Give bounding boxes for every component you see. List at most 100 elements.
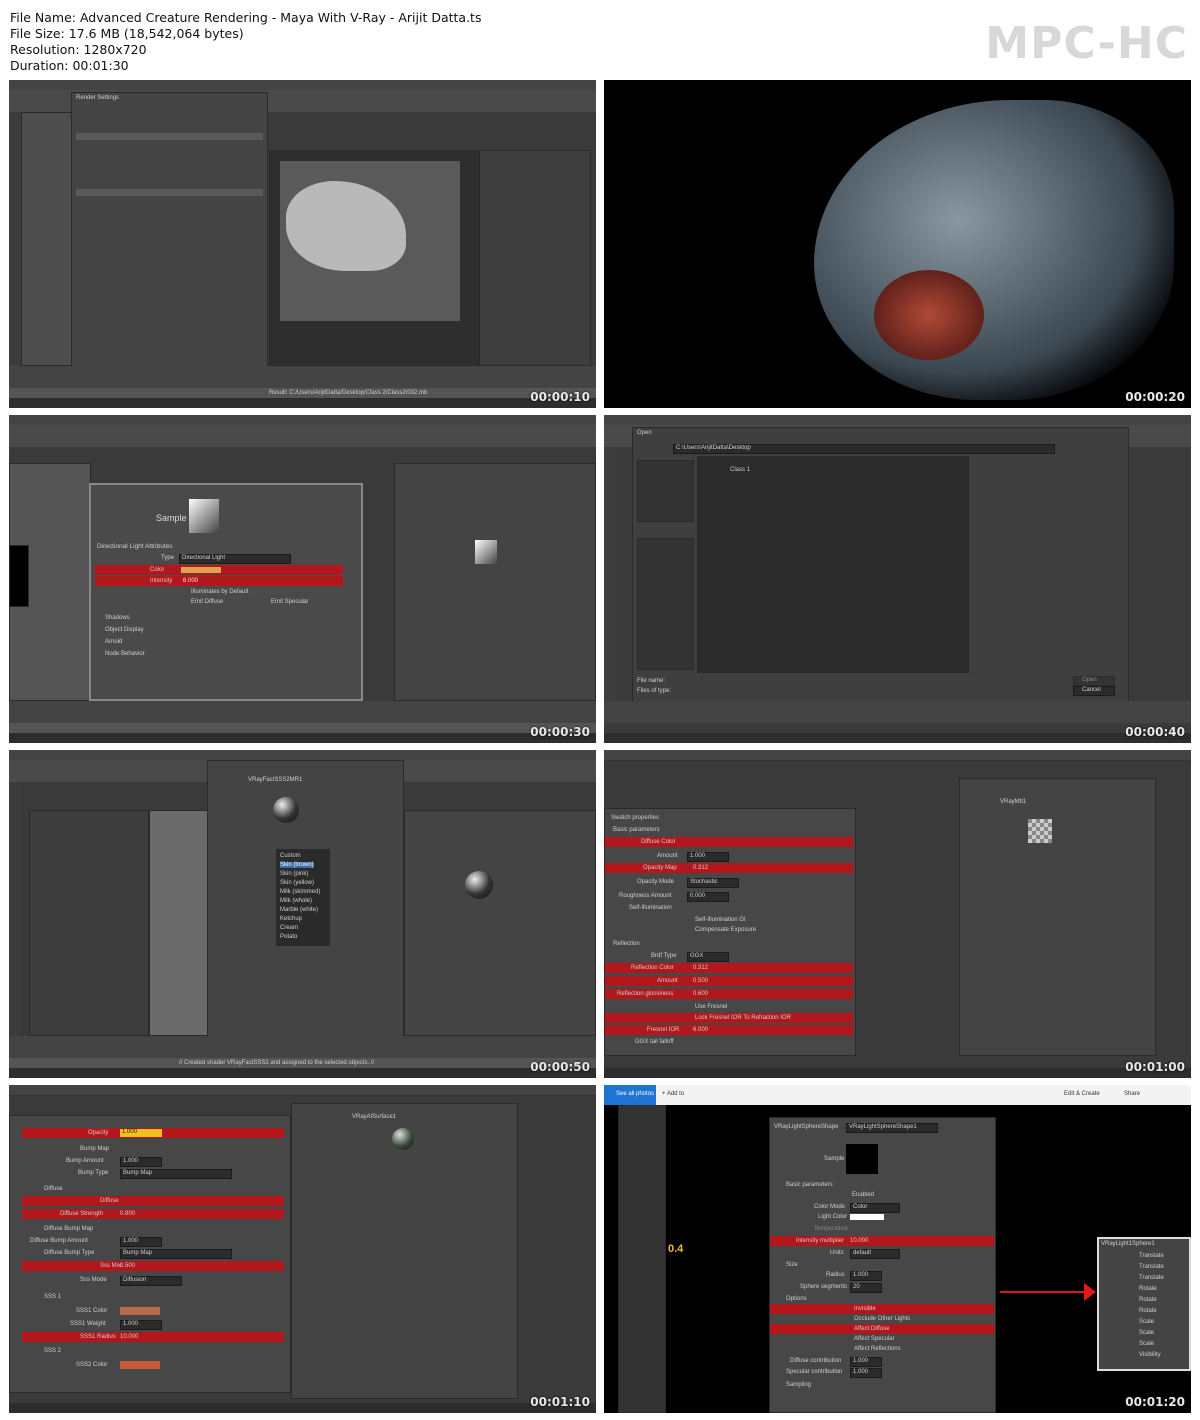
shadows-section[interactable]: Shadows bbox=[105, 615, 130, 621]
affect-specular-checkbox[interactable]: Affect Specular bbox=[854, 1336, 895, 1342]
diffuse-strength-value[interactable]: 0.800 bbox=[120, 1211, 135, 1217]
amount-field[interactable]: 1.000 bbox=[687, 852, 729, 862]
see-all-label: See all photos bbox=[616, 1091, 655, 1097]
shader-sphere bbox=[273, 797, 299, 823]
refl-gloss-value[interactable]: 0.600 bbox=[693, 991, 708, 997]
channel-item[interactable]: Translate bbox=[1139, 1264, 1164, 1270]
units-dropdown[interactable]: default bbox=[850, 1249, 900, 1259]
edit-create-button[interactable]: Edit & Create bbox=[1064, 1091, 1100, 1097]
opacity-field[interactable]: 1.000 bbox=[120, 1129, 162, 1137]
size-section: Size bbox=[786, 1262, 798, 1268]
affect-reflections-checkbox[interactable]: Affect Reflections bbox=[854, 1346, 901, 1352]
channel-item[interactable]: Scale bbox=[1139, 1319, 1154, 1325]
sss1-weight-field[interactable]: 1.000 bbox=[120, 1320, 162, 1330]
channel-item[interactable]: Rotate bbox=[1139, 1308, 1157, 1314]
thumbnail-3: Sample Directional Light Attributes Type… bbox=[9, 415, 596, 743]
diffuse-section[interactable]: Diffuse bbox=[44, 1186, 63, 1192]
preset-menu-item[interactable]: Ketchup bbox=[280, 916, 302, 922]
diffuse-contrib-field[interactable]: 1.000 bbox=[850, 1357, 882, 1367]
channel-box: VRayLight1Sphere1 Translate Translate Tran… bbox=[1097, 1237, 1191, 1371]
lock-fresnel-label[interactable]: Lock Fresnel IOR To Refraction IOR bbox=[695, 1015, 791, 1021]
refl-color-label: Reflection Color bbox=[631, 965, 674, 971]
shader-name: VRayFastSSS2MR1 bbox=[248, 777, 303, 783]
add-to-button[interactable]: + Add to bbox=[662, 1091, 684, 1097]
node-behavior-section[interactable]: Node Behavior bbox=[105, 651, 145, 657]
sample-label: Sample bbox=[156, 513, 187, 523]
preset-menu-item[interactable]: Skin (brown) bbox=[280, 862, 314, 868]
opacity-map-value[interactable]: 0.312 bbox=[693, 865, 708, 871]
preset-menu-item[interactable]: Skin (pink) bbox=[280, 871, 308, 877]
channel-item[interactable]: Translate bbox=[1139, 1253, 1164, 1259]
color-swatch[interactable] bbox=[181, 567, 221, 573]
radius-field[interactable]: 1.000 bbox=[850, 1271, 882, 1281]
bump-type-dropdown[interactable]: Bump Map bbox=[120, 1169, 232, 1179]
spec-contrib-label: Specular contribution bbox=[786, 1369, 843, 1375]
channel-item[interactable]: Visibility bbox=[1139, 1352, 1161, 1358]
sss2-color-label: SSS2 Color bbox=[76, 1362, 108, 1368]
preset-menu-item[interactable]: Skin (yellow) bbox=[280, 880, 314, 886]
look-in-field[interactable]: C:\Users\ArijitDatta\Desktop bbox=[673, 444, 1055, 454]
preset-menu[interactable]: Custom Skin (brown) Skin (pink) Skin (yello… bbox=[276, 849, 330, 946]
toolbox bbox=[604, 447, 616, 703]
spec-contrib-field[interactable]: 1.000 bbox=[850, 1368, 882, 1378]
channel-item[interactable]: Scale bbox=[1139, 1330, 1154, 1336]
bump-amount-field[interactable]: 1.000 bbox=[120, 1157, 162, 1167]
row bbox=[76, 189, 263, 196]
sss-mode-dropdown[interactable]: Diffusion bbox=[120, 1276, 182, 1286]
diffuse-bump-amount-label: Diffuse Bump Amount bbox=[30, 1238, 88, 1244]
type-dropdown[interactable]: Directional Light bbox=[179, 554, 291, 564]
color-mode-dropdown[interactable]: Color bbox=[850, 1203, 900, 1213]
enabled-checkbox[interactable]: Enabled bbox=[852, 1192, 874, 1198]
attribute-editor: Sample Directional Light Attributes Type… bbox=[89, 483, 363, 701]
preset-menu-item[interactable]: Milk (skimmed) bbox=[280, 889, 320, 895]
invisible-checkbox[interactable]: Invisible bbox=[854, 1306, 876, 1312]
occlude-checkbox[interactable]: Occlude Other Lights bbox=[854, 1316, 910, 1322]
intensity-value[interactable]: 10.000 bbox=[850, 1238, 868, 1244]
emit-diffuse-checkbox[interactable]: Emit Diffuse bbox=[191, 599, 223, 605]
shape-field[interactable]: VRayLightSphereShape1 bbox=[846, 1123, 938, 1133]
light-color-swatch[interactable] bbox=[850, 1214, 884, 1220]
use-fresnel-checkbox[interactable]: Use Fresnel bbox=[695, 1004, 727, 1010]
open-button[interactable]: Open bbox=[1073, 676, 1115, 686]
channel-item[interactable]: Rotate bbox=[1139, 1286, 1157, 1292]
brdf-dropdown[interactable]: GGX bbox=[687, 952, 729, 962]
refl-amount-value[interactable]: 0.500 bbox=[693, 978, 708, 984]
roughness-field[interactable]: 0.000 bbox=[687, 892, 729, 902]
object-display-section[interactable]: Object Display bbox=[105, 627, 144, 633]
self-gi-checkbox[interactable]: Self-Illumination GI bbox=[695, 917, 746, 923]
preset-menu-item[interactable]: Cream bbox=[280, 925, 298, 931]
sss1-radius-value[interactable]: 10.000 bbox=[120, 1334, 138, 1340]
preset-menu-item[interactable]: Milk (whole) bbox=[280, 898, 312, 904]
preset-menu-item[interactable]: Potato bbox=[280, 934, 297, 940]
comp-exp-checkbox[interactable]: Compensate Exposure bbox=[695, 927, 756, 933]
sss1-section[interactable]: SSS 1 bbox=[44, 1294, 61, 1300]
sss2-color-swatch[interactable] bbox=[120, 1361, 160, 1369]
open-label: Open bbox=[1082, 677, 1097, 683]
affect-diffuse-checkbox[interactable]: Affect Diffuse bbox=[854, 1326, 889, 1332]
channel-item[interactable]: Scale bbox=[1139, 1341, 1154, 1347]
channel-item[interactable]: Rotate bbox=[1139, 1297, 1157, 1303]
arnold-section[interactable]: Arnold bbox=[105, 639, 122, 645]
brdf-value: GGX bbox=[690, 953, 704, 959]
segments-field[interactable]: 20 bbox=[850, 1283, 882, 1293]
illum-checkbox[interactable]: Illuminates by Default bbox=[191, 589, 248, 595]
cancel-button[interactable]: Cancel bbox=[1073, 686, 1115, 696]
folder-item[interactable]: Class 1 bbox=[730, 467, 750, 473]
diffuse-bump-amount-field[interactable]: 1.000 bbox=[120, 1237, 162, 1247]
sss1-color-swatch[interactable] bbox=[120, 1307, 160, 1315]
sss2-section[interactable]: SSS 2 bbox=[44, 1348, 61, 1354]
see-all-button[interactable]: See all photos bbox=[604, 1085, 656, 1105]
fresnel-ior-value[interactable]: 6.000 bbox=[693, 1027, 708, 1033]
preset-menu-item[interactable]: Marble (white) bbox=[280, 907, 318, 913]
emit-specular-checkbox[interactable]: Emit Specular bbox=[271, 599, 308, 605]
sss-mix-value[interactable]: 0.500 bbox=[120, 1263, 135, 1269]
preset-menu-item[interactable]: Custom bbox=[280, 853, 301, 859]
diffuse-bump-type-dropdown[interactable]: Bump Map bbox=[120, 1249, 232, 1259]
share-button[interactable]: Share bbox=[1124, 1091, 1140, 1097]
refl-color-value[interactable]: 0.312 bbox=[693, 965, 708, 971]
invisible-row: Invisible bbox=[770, 1304, 994, 1314]
opacity-mode-dropdown[interactable]: Stochastic bbox=[687, 878, 739, 888]
channel-item[interactable]: Translate bbox=[1139, 1275, 1164, 1281]
intensity-value[interactable]: 6.000 bbox=[183, 578, 198, 584]
thumbnail-1: Render Settings Result: C:/Users/ArijitD… bbox=[9, 80, 596, 408]
